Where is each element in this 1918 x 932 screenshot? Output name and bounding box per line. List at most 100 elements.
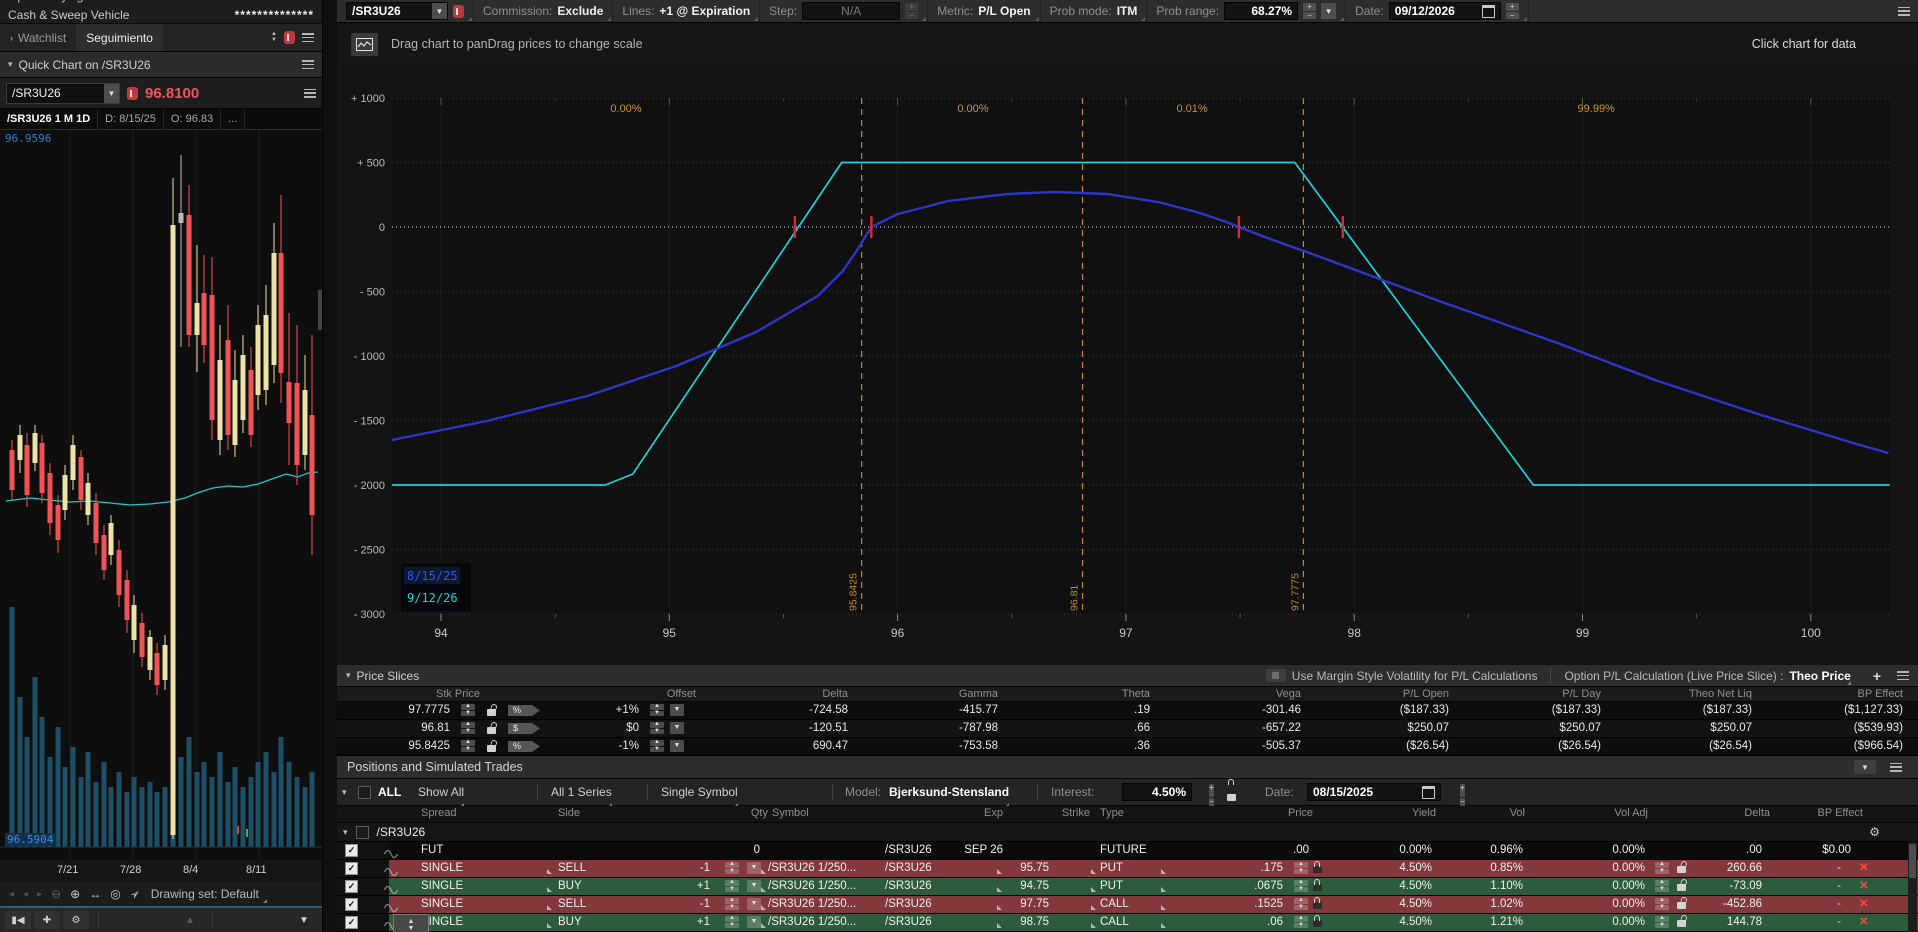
positions-scrollbar[interactable] (1908, 842, 1917, 932)
zoom-out-icon[interactable]: ⊖ (51, 887, 61, 901)
price-lock-icon[interactable] (1313, 866, 1322, 873)
quick-chart-header[interactable]: ▾ Quick Chart on /SR3U26 (0, 52, 322, 78)
vol-adj-stepper[interactable]: ▲▼ (1655, 862, 1669, 874)
slice-price-stepper[interactable]: ▲▼ (461, 722, 475, 734)
slice-lock-icon[interactable] (487, 745, 496, 752)
price-slice-row[interactable]: 97.7775▲▼%+1%▲▼▼-724.58-415.77.19-301.46… (337, 702, 1918, 720)
row-checkbox[interactable]: ✓ (345, 844, 358, 857)
prob-range-stepper[interactable]: +− (1303, 3, 1316, 19)
main-symbol-input[interactable]: /SR3U26 ▼ (346, 2, 448, 20)
metric-segment[interactable]: Metric: P/L Open (928, 0, 1040, 22)
price-slice-row[interactable]: 95.8425▲▼%-1%▲▼▼690.47-753.58.36-505.37(… (337, 738, 1918, 756)
slice-offset-dropdown-icon[interactable]: ▼ (670, 704, 684, 716)
slice-offset-tag-icon[interactable]: % (508, 705, 540, 716)
date-input[interactable]: 09/12/2026 (1389, 2, 1501, 20)
qty-stepper-popup[interactable]: ▲▼ (393, 914, 429, 932)
slice-lock-icon[interactable] (487, 727, 496, 734)
slice-offset-dropdown-icon[interactable]: ▼ (670, 722, 684, 734)
exp-cell[interactable]: SEP 26 (923, 842, 1003, 859)
qty-dropdown-icon[interactable]: ▼ (747, 862, 761, 874)
positions-menu-icon[interactable] (1890, 763, 1902, 772)
step-input[interactable]: N/A (802, 2, 900, 20)
slice-offset-stepper[interactable]: ▲▼ (650, 704, 664, 716)
scroll-down-icon[interactable]: ▼ (291, 911, 317, 929)
positions-calendar-icon[interactable] (1422, 786, 1435, 799)
row-checkbox[interactable]: ✓ (345, 862, 358, 875)
position-row-sell[interactable]: ✓SINGLESELL-1▲▼▼/SR3U26 1/250.../SR3U269… (337, 860, 1918, 878)
interest-lock-icon[interactable] (1227, 794, 1236, 801)
vol-adj-cell[interactable]: 0.00% (1555, 914, 1645, 931)
spread-cell[interactable]: SINGLE (421, 878, 463, 895)
chart-menu-icon[interactable] (304, 89, 316, 98)
series-dropdown[interactable]: All 1 Series (551, 779, 612, 805)
price-lock-icon[interactable] (1313, 902, 1322, 909)
type-cell[interactable]: PUT (1100, 860, 1123, 877)
row-checkbox[interactable]: ✓ (345, 898, 358, 911)
add-slice-button[interactable]: + (1873, 668, 1881, 684)
date-stepper[interactable]: +− (1506, 3, 1519, 19)
cursor-icon[interactable]: ➢ (126, 885, 143, 902)
expand-horizontal-icon[interactable]: ↔ (89, 887, 101, 901)
qty-cell[interactable]: -1 (650, 860, 710, 877)
jump-first-icon[interactable]: ▮◀ (5, 911, 31, 929)
model-dropdown[interactable]: Bjerksund-Stensland (889, 779, 1009, 805)
filter-collapse-icon[interactable]: ▾ (342, 779, 347, 805)
group-gear-icon[interactable]: ⚙ (1869, 825, 1880, 839)
menu-icon[interactable] (302, 33, 314, 42)
vol-adj-stepper[interactable]: ▲▼ (1655, 898, 1669, 910)
quick-chart-menu-icon[interactable] (302, 60, 314, 69)
option-pl-value[interactable]: Theo Price (1789, 669, 1850, 683)
calendar-icon[interactable] (1482, 5, 1495, 18)
collapse-icon[interactable]: ▾ (346, 670, 351, 681)
zoom-in-icon[interactable]: ⊕ (70, 887, 80, 901)
strike-cell[interactable]: 95.75 (979, 860, 1049, 877)
price-stepper[interactable]: ▲▼ (1294, 862, 1308, 874)
remove-row-button[interactable]: ✕ (1859, 860, 1869, 877)
vol-adj-cell[interactable]: 0.00% (1555, 842, 1645, 859)
price-lock-icon[interactable] (1313, 884, 1322, 891)
price-cell[interactable]: .1525 (1193, 896, 1283, 913)
risk-profile-chart[interactable]: + 1000+ 5000- 500- 1000- 1500- 2000- 250… (337, 65, 1918, 665)
row-checkbox[interactable]: ✓ (345, 916, 358, 929)
symbol-cell[interactable]: /SR3U26 1/250... (768, 860, 856, 877)
collapse-all-icon[interactable]: ▼ (1854, 760, 1876, 774)
chart-style-icon[interactable] (351, 33, 378, 56)
main-symbol-badge-icon[interactable] (453, 5, 464, 18)
qty-stepper[interactable]: ▲▼ (725, 898, 739, 910)
lines-segment[interactable]: Lines: +1 @ Expiration (613, 0, 760, 22)
qty-cell[interactable]: 0 (700, 842, 760, 859)
symbol-cell[interactable]: /SR3U26 1/250... (768, 914, 856, 931)
qty-cell[interactable]: +1 (650, 878, 710, 895)
show-all-dropdown[interactable]: Show All (418, 779, 464, 805)
side-cell[interactable]: BUY (558, 914, 582, 931)
tab-watchlist[interactable]: › Watchlist (0, 24, 76, 51)
type-cell[interactable]: CALL (1100, 896, 1129, 913)
prob-mode-segment[interactable]: Prob mode: ITM (1041, 0, 1148, 22)
vol-adj-stepper[interactable]: ▲▼ (1655, 916, 1669, 928)
vol-adj-stepper[interactable]: ▲▼ (1655, 880, 1669, 892)
symbol-dropdown-icon[interactable]: ▼ (104, 84, 119, 103)
qty-dropdown-icon[interactable]: ▼ (747, 916, 761, 928)
chart-scrollbar[interactable] (318, 290, 322, 330)
qty-cell[interactable]: -1 (650, 896, 710, 913)
candlestick-chart[interactable]: 96.9596 96.5904 (0, 130, 322, 860)
type-cell[interactable]: FUTURE (1100, 842, 1147, 859)
sort-icon[interactable]: ▲▼ (271, 32, 277, 43)
step-stepper[interactable]: +− (905, 3, 918, 19)
commission-segment[interactable]: Commission: Exclude (474, 0, 613, 22)
slice-lock-icon[interactable] (487, 709, 496, 716)
price-stepper[interactable]: ▲▼ (1294, 898, 1308, 910)
position-row-sell[interactable]: ✓SINGLESELL-1▲▼▼/SR3U26 1/250.../SR3U269… (337, 896, 1918, 914)
topbar-menu-icon[interactable] (1898, 7, 1910, 16)
position-row-buy[interactable]: ✓SINGLEBUY+1▲▼▼/SR3U26 1/250.../SR3U2694… (337, 878, 1918, 896)
strike-cell[interactable]: 98.75 (979, 914, 1049, 931)
side-cell[interactable]: BUY (558, 878, 582, 895)
slice-offset-tag-icon[interactable]: $ (508, 723, 540, 734)
slice-offset-tag-icon[interactable]: % (508, 741, 540, 752)
main-symbol-dropdown-icon[interactable]: ▼ (432, 3, 447, 19)
positions-date-input[interactable]: 08/15/2025 (1307, 783, 1441, 801)
interest-input[interactable]: 4.50% (1122, 783, 1192, 801)
symbol-cell[interactable]: /SR3U26 1/250... (768, 896, 856, 913)
symbol-cell[interactable]: /SR3U26 1/250... (768, 878, 856, 895)
prob-range-input[interactable]: 68.27% (1224, 2, 1298, 20)
